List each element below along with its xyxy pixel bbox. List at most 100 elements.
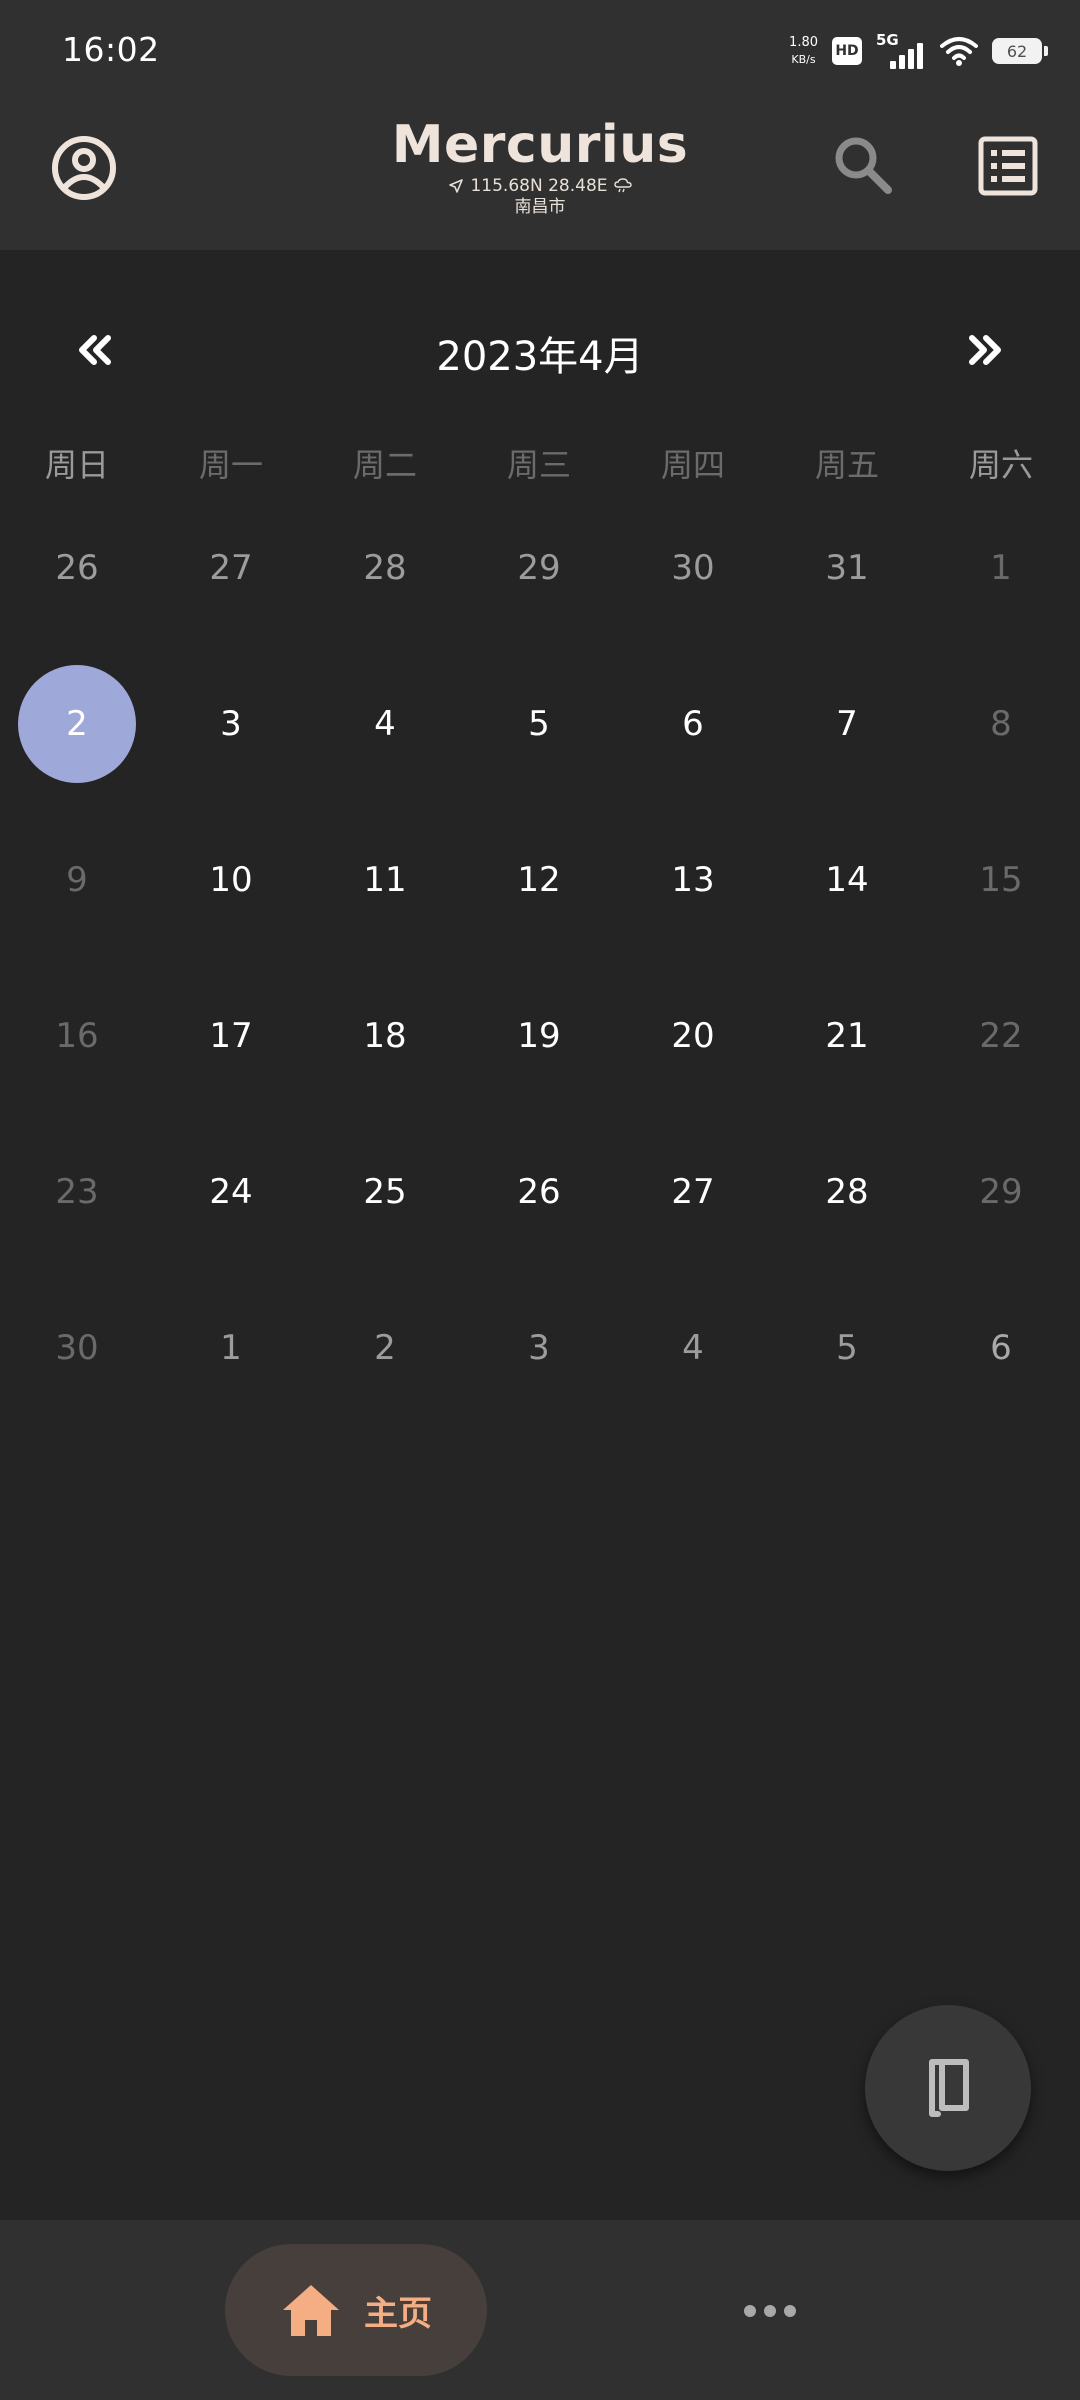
calendar-day[interactable]: 28 xyxy=(308,490,462,646)
calendar-day[interactable]: 31 xyxy=(770,490,924,646)
day-number: 7 xyxy=(836,704,858,744)
calendar-day[interactable]: 12 xyxy=(462,802,616,958)
calendar-day[interactable]: 4 xyxy=(616,1270,770,1426)
status-icons: 1.80 KB/s HD 5G 62 xyxy=(789,26,1048,76)
network-speed-unit: KB/s xyxy=(791,53,816,66)
calendar-day[interactable]: 1 xyxy=(924,490,1078,646)
calendar-day[interactable]: 2 xyxy=(308,1270,462,1426)
calendar-day[interactable]: 1 xyxy=(154,1270,308,1426)
calendar-day[interactable]: 30 xyxy=(0,1270,154,1426)
calendar-day[interactable]: 8 xyxy=(924,646,1078,802)
month-title: 2023年4月 xyxy=(436,334,644,380)
day-number: 29 xyxy=(979,1172,1023,1212)
calendar-day[interactable]: 29 xyxy=(924,1114,1078,1270)
network-speed: 1.80 KB/s xyxy=(789,34,818,68)
calendar-day[interactable]: 3 xyxy=(154,646,308,802)
calendar-day[interactable]: 25 xyxy=(308,1114,462,1270)
calendar-day[interactable]: 19 xyxy=(462,958,616,1114)
calendar-day[interactable]: 7 xyxy=(770,646,924,802)
day-number: 22 xyxy=(979,1016,1023,1056)
calendar-day-selected[interactable]: 2 xyxy=(0,646,154,802)
day-number: 26 xyxy=(55,548,99,588)
notebook-fab-button[interactable] xyxy=(865,2005,1031,2171)
day-number: 5 xyxy=(528,704,550,744)
app-bar: Mercurius 115.68N 28.48E 南昌市 xyxy=(0,100,1080,250)
day-number: 17 xyxy=(209,1016,253,1056)
calendar-day[interactable]: 4 xyxy=(308,646,462,802)
day-number: 23 xyxy=(55,1172,99,1212)
nav-more-button[interactable] xyxy=(730,2276,810,2346)
app-title-block: Mercurius 115.68N 28.48E 南昌市 xyxy=(0,114,1080,218)
search-button[interactable] xyxy=(828,130,898,200)
weekday-sat: 周六 xyxy=(968,446,1033,484)
calendar-day[interactable]: 3 xyxy=(462,1270,616,1426)
hd-badge: HD xyxy=(832,37,862,65)
month-navigation: 2023年4月 xyxy=(0,310,1080,390)
calendar-day[interactable]: 5 xyxy=(770,1270,924,1426)
calendar-day[interactable]: 6 xyxy=(616,646,770,802)
double-chevron-right-icon xyxy=(969,335,1001,365)
day-number: 29 xyxy=(517,548,561,588)
day-number: 4 xyxy=(374,704,396,744)
status-time: 16:02 xyxy=(62,30,160,69)
day-number: 30 xyxy=(55,1328,99,1368)
calendar-day[interactable]: 14 xyxy=(770,802,924,958)
calendar-day[interactable]: 30 xyxy=(616,490,770,646)
calendar-day[interactable]: 11 xyxy=(308,802,462,958)
day-number: 14 xyxy=(825,860,869,900)
calendar-day[interactable]: 28 xyxy=(770,1114,924,1270)
calendar-day[interactable]: 29 xyxy=(462,490,616,646)
calendar-day[interactable]: 27 xyxy=(154,490,308,646)
calendar-day[interactable]: 26 xyxy=(0,490,154,646)
day-number: 2 xyxy=(66,704,88,744)
day-number: 26 xyxy=(517,1172,561,1212)
weekday-wed: 周三 xyxy=(506,446,571,484)
nav-home-tab[interactable]: 主页 xyxy=(225,2244,487,2376)
calendar-day[interactable]: 5 xyxy=(462,646,616,802)
weekday-header: 周日 周一 周二 周三 周四 周五 周六 xyxy=(0,440,1080,490)
calendar-day[interactable]: 18 xyxy=(308,958,462,1114)
day-number: 21 xyxy=(825,1016,869,1056)
calendar-day[interactable]: 6 xyxy=(924,1270,1078,1426)
calendar-day[interactable]: 10 xyxy=(154,802,308,958)
next-month-button[interactable] xyxy=(956,322,1012,378)
network-speed-value: 1.80 xyxy=(789,35,818,50)
day-number: 27 xyxy=(671,1172,715,1212)
bottom-navigation: 主页 xyxy=(0,2220,1080,2400)
calendar-day[interactable]: 21 xyxy=(770,958,924,1114)
calendar-day[interactable]: 22 xyxy=(924,958,1078,1114)
calendar-day[interactable]: 15 xyxy=(924,802,1078,958)
day-number: 15 xyxy=(979,860,1023,900)
day-number: 20 xyxy=(671,1016,715,1056)
calendar-day[interactable]: 20 xyxy=(616,958,770,1114)
day-number: 3 xyxy=(220,704,242,744)
weekday-thu: 周四 xyxy=(660,446,725,484)
calendar-day[interactable]: 9 xyxy=(0,802,154,958)
calendar-day[interactable]: 24 xyxy=(154,1114,308,1270)
day-number: 28 xyxy=(363,548,407,588)
calendar-day[interactable]: 26 xyxy=(462,1114,616,1270)
location-row: 115.68N 28.48E xyxy=(0,176,1080,196)
calendar-day[interactable]: 17 xyxy=(154,958,308,1114)
list-icon xyxy=(978,136,1038,196)
day-number: 16 xyxy=(55,1016,99,1056)
search-icon xyxy=(835,137,892,194)
weather-icon xyxy=(613,178,632,193)
day-number: 1 xyxy=(220,1328,242,1368)
day-number: 11 xyxy=(363,860,407,900)
day-number: 18 xyxy=(363,1016,407,1056)
day-number: 27 xyxy=(209,548,253,588)
status-bar: 16:02 1.80 KB/s HD 5G 62 xyxy=(0,0,1080,100)
day-number: 2 xyxy=(374,1328,396,1368)
calendar-day[interactable]: 13 xyxy=(616,802,770,958)
nav-home-label: 主页 xyxy=(364,2293,432,2334)
day-number: 25 xyxy=(363,1172,407,1212)
calendar-day[interactable]: 16 xyxy=(0,958,154,1114)
calendar-day[interactable]: 23 xyxy=(0,1114,154,1270)
location-arrow-icon xyxy=(449,179,464,193)
list-button[interactable] xyxy=(978,136,1038,196)
weekday-mon: 周一 xyxy=(198,446,263,484)
calendar-day[interactable]: 27 xyxy=(616,1114,770,1270)
weekday-tue: 周二 xyxy=(352,446,417,484)
home-icon xyxy=(283,2285,339,2336)
